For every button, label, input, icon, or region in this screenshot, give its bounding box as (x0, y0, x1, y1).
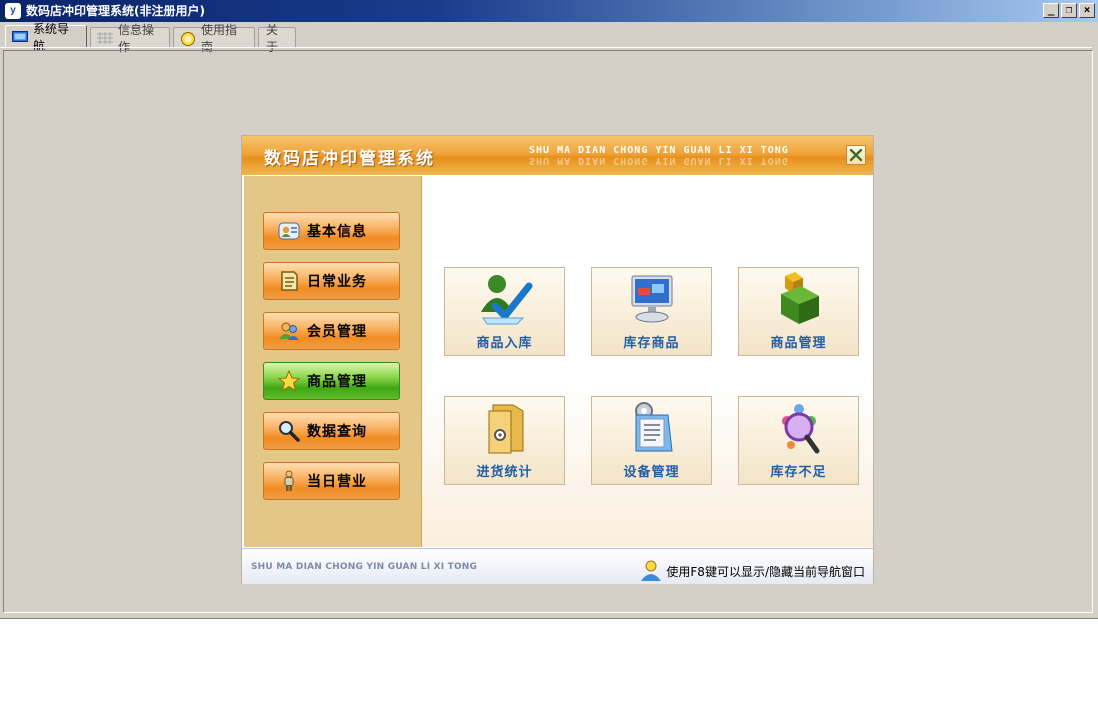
window-title: 数码店冲印管理系统(非注册用户) (26, 4, 205, 18)
id-card-icon (278, 220, 300, 242)
users-icon (278, 320, 300, 342)
restore-button[interactable]: ❐ (1061, 3, 1077, 18)
person-icon (278, 470, 300, 492)
side-button-label: 基本信息 (307, 224, 367, 240)
nav-close-button[interactable] (846, 145, 866, 165)
side-button-member-manage[interactable]: 会员管理 (263, 312, 400, 350)
tile-product-manage[interactable]: 商品管理 (738, 267, 859, 356)
magnifier-icon (278, 420, 300, 442)
tab-divider (0, 47, 1092, 48)
tile-label: 商品管理 (770, 336, 827, 351)
side-button-product-manage[interactable]: 商品管理 (263, 362, 400, 400)
side-button-label: 数据查询 (307, 424, 367, 440)
footer-pinyin: SHU MA DIAN CHONG YIN GUAN LI XI TONG (251, 562, 478, 572)
tile-label: 库存商品 (623, 336, 680, 351)
side-button-label: 会员管理 (307, 324, 367, 340)
nav-title: 数码店冲印管理系统 (264, 149, 435, 169)
minimize-button[interactable]: _ (1043, 3, 1059, 18)
tile-label: 进货统计 (476, 465, 533, 480)
tab-info-ops[interactable]: 信息操作 (90, 23, 170, 54)
clipboard-gear-icon (635, 402, 673, 452)
tile-stock-goods[interactable]: 库存商品 (591, 267, 712, 356)
nav-footer: SHU MA DIAN CHONG YIN GUAN LI XI TONG 使用… (242, 548, 873, 584)
side-button-label: 日常业务 (307, 274, 367, 290)
tab-about[interactable]: 关于 (258, 23, 296, 54)
tile-label: 商品入库 (476, 336, 533, 351)
tab-user-guide[interactable]: 使用指南 (173, 23, 255, 54)
close-window-button[interactable]: × (1079, 3, 1095, 18)
side-button-label: 当日营业 (307, 474, 367, 490)
help-icon (180, 31, 196, 46)
user-tip-icon (639, 559, 663, 583)
user-check-icon (481, 275, 533, 325)
tile-label: 设备管理 (623, 465, 680, 480)
side-button-data-query[interactable]: 数据查询 (263, 412, 400, 450)
tile-product-stock-in[interactable]: 商品入库 (444, 267, 565, 356)
side-button-daily-business[interactable]: 日常业务 (263, 262, 400, 300)
tile-stock-shortage[interactable]: 库存不足 (738, 396, 859, 485)
star-icon (277, 369, 301, 392)
nav-sidebar: 基本信息 日常业务 会员管理 商品管理 数据查询 当日营业 (244, 176, 422, 547)
tile-label: 库存不足 (770, 465, 827, 480)
tile-purchase-stats[interactable]: 进货统计 (444, 396, 565, 485)
footer-hint: 使用F8键可以显示/隐藏当前导航窗口 (639, 559, 865, 583)
monitor-icon (12, 31, 28, 43)
window-controls: _ ❐ × (1041, 3, 1095, 18)
folder-icon (488, 404, 524, 454)
document-icon (278, 270, 300, 292)
nav-main-area: 商品入库 库存商品 商品管理 进货统计 设备管理 库存不足 (422, 176, 873, 547)
grid-icon (97, 31, 113, 44)
boxes-icon (781, 272, 819, 324)
tab-label: 系统导航 (33, 22, 70, 53)
footer-hint-text: 使用F8键可以显示/隐藏当前导航窗口 (666, 564, 865, 579)
search-people-icon (782, 404, 820, 454)
computer-icon (631, 275, 673, 323)
title-bar[interactable]: y 数码店冲印管理系统(非注册用户) _ ❐ × (0, 0, 1098, 22)
side-button-basic-info[interactable]: 基本信息 (263, 212, 400, 250)
navigation-panel: 数码店冲印管理系统 SHU MA DIAN CHONG YIN GUAN LI … (242, 136, 873, 584)
side-button-daily-sales[interactable]: 当日营业 (263, 462, 400, 500)
app-logo-icon: y (5, 3, 21, 19)
tile-equipment-manage[interactable]: 设备管理 (591, 396, 712, 485)
side-button-label: 商品管理 (307, 374, 367, 390)
tab-system-nav[interactable]: 系统导航 (5, 22, 87, 53)
close-icon (849, 148, 863, 162)
tab-bar: 系统导航 信息操作 使用指南 关于 (0, 22, 1098, 54)
nav-header: 数码店冲印管理系统 SHU MA DIAN CHONG YIN GUAN LI … (242, 136, 873, 175)
nav-pinyin-reflection: SHU MA DIAN CHONG YIN GUAN LI XI TONG (529, 155, 789, 166)
